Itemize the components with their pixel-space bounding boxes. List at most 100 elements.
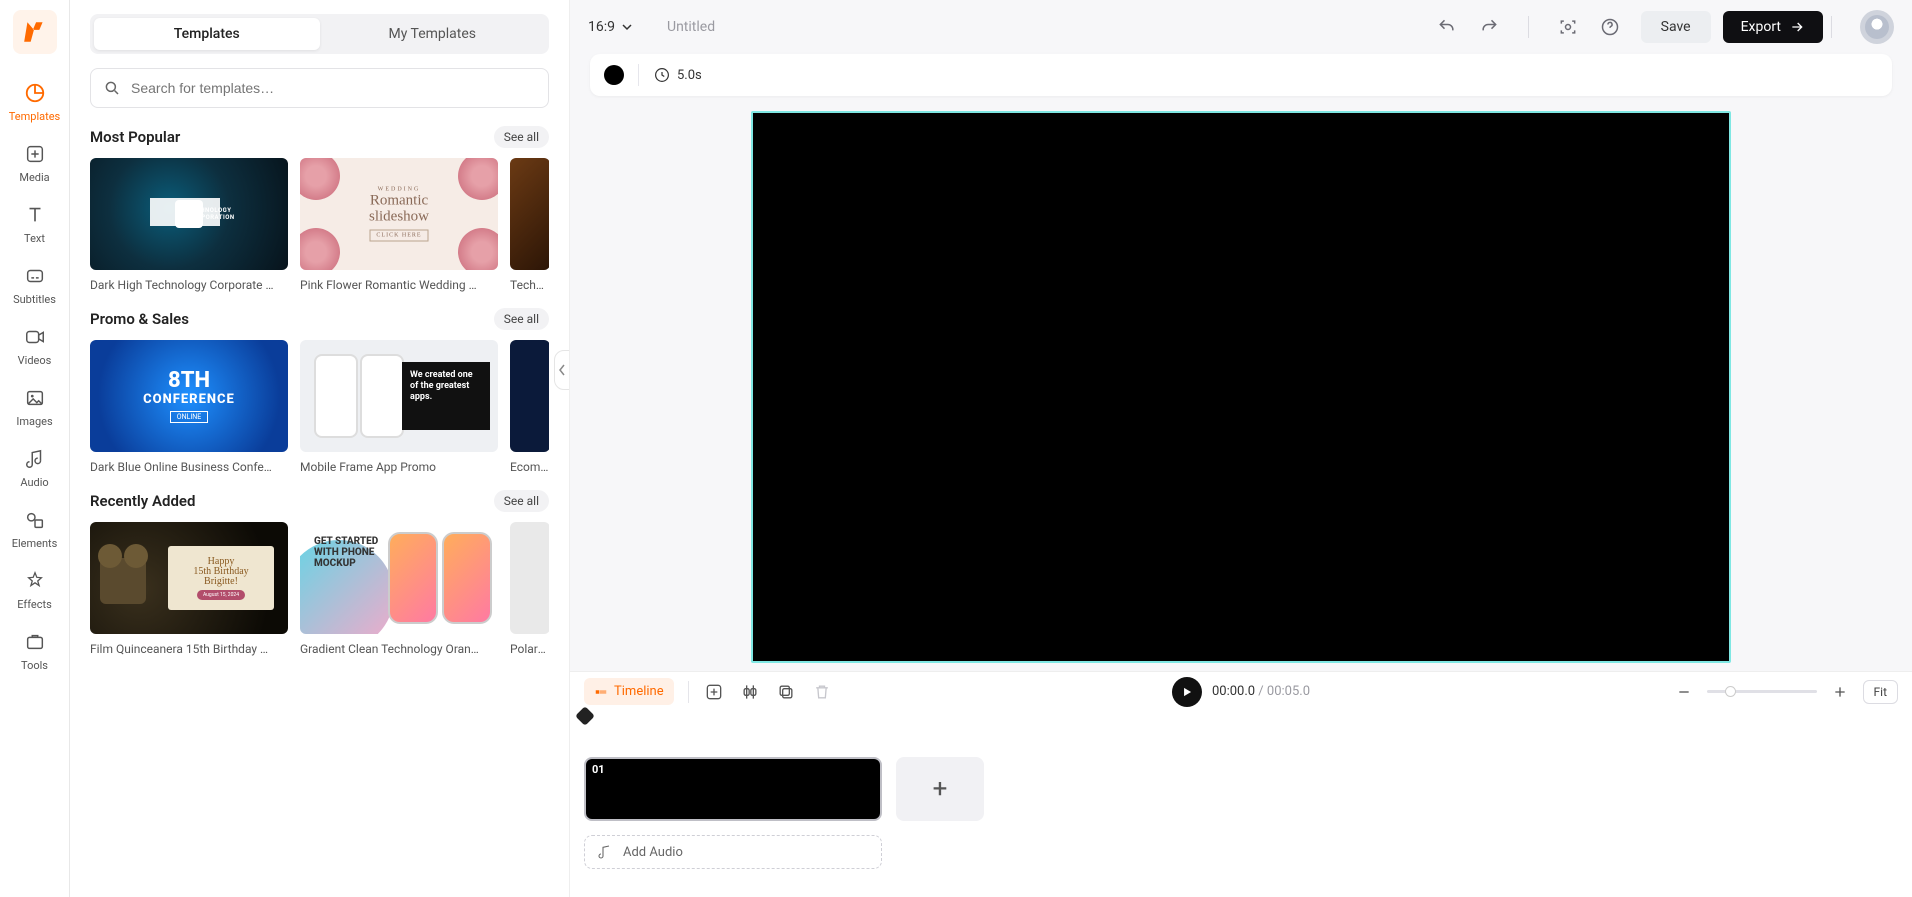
split-icon xyxy=(740,682,760,702)
templates-panel: Templates My Templates Most Popular See … xyxy=(70,0,570,897)
export-button[interactable]: Export xyxy=(1723,11,1823,43)
scan-icon xyxy=(1558,17,1578,37)
section-title: Recently Added xyxy=(90,492,195,510)
template-card[interactable]: 8TH CONFERENCE ONLINE Dark Blue Online B… xyxy=(90,340,288,474)
clock-icon xyxy=(653,66,671,84)
tab-my-templates[interactable]: My Templates xyxy=(320,18,546,50)
audio-icon xyxy=(22,446,48,472)
template-label: Dark Blue Online Business Confe… xyxy=(90,460,288,474)
project-title[interactable]: Untitled xyxy=(667,19,715,35)
zoom-in-button[interactable] xyxy=(1829,681,1851,703)
add-audio-track[interactable]: Add Audio xyxy=(584,835,882,869)
minus-icon xyxy=(1676,684,1692,700)
template-label: Techn… xyxy=(510,278,549,292)
zoom-fit-button[interactable]: Fit xyxy=(1863,680,1898,704)
template-tabs: Templates My Templates xyxy=(90,14,549,54)
collapse-panel-button[interactable] xyxy=(554,350,570,390)
nav-label: Videos xyxy=(18,354,52,367)
help-button[interactable] xyxy=(1599,16,1621,38)
tab-templates[interactable]: Templates xyxy=(94,18,320,50)
template-card[interactable]: We created one of the greatest apps. Mob… xyxy=(300,340,498,474)
text-icon xyxy=(22,202,48,228)
timeline-mode-chip[interactable]: Timeline xyxy=(584,678,674,705)
canvas-area xyxy=(570,96,1912,671)
nav-videos[interactable]: Videos xyxy=(5,316,65,377)
delete-clip-button[interactable] xyxy=(811,681,833,703)
subtitles-icon xyxy=(22,263,48,289)
duration-control[interactable]: 5.0s xyxy=(653,66,702,84)
template-label: Mobile Frame App Promo xyxy=(300,460,498,474)
template-card[interactable]: Ecom… xyxy=(510,340,549,474)
nav-label: Audio xyxy=(20,476,48,489)
redo-icon xyxy=(1479,17,1499,37)
nav-subtitles[interactable]: Subtitles xyxy=(5,255,65,316)
app-logo[interactable] xyxy=(13,10,57,54)
image-icon xyxy=(22,385,48,411)
timeline-icon xyxy=(594,685,608,699)
duplicate-clip-button[interactable] xyxy=(775,681,797,703)
nav-label: Tools xyxy=(21,659,48,672)
templates-icon xyxy=(22,80,48,106)
nav-media[interactable]: Media xyxy=(5,133,65,194)
canvas-properties-bar: 5.0s xyxy=(590,54,1892,96)
music-note-icon xyxy=(597,844,613,860)
help-icon xyxy=(1600,17,1620,37)
nav-label: Effects xyxy=(17,598,52,611)
redo-button[interactable] xyxy=(1478,16,1500,38)
save-button[interactable]: Save xyxy=(1641,11,1711,43)
nav-text[interactable]: Text xyxy=(5,194,65,255)
section-title: Most Popular xyxy=(90,128,180,146)
nav-effects[interactable]: Effects xyxy=(5,560,65,621)
nav-templates[interactable]: Templates xyxy=(5,72,65,133)
search-input[interactable] xyxy=(131,80,536,96)
see-all-button[interactable]: See all xyxy=(494,126,549,148)
left-nav: Templates Media Text Subtitles Videos Im… xyxy=(0,0,70,897)
template-card[interactable]: TECHNOLOGY CORPORATION Dark High Technol… xyxy=(90,158,288,292)
chevron-down-icon xyxy=(621,21,633,33)
timeline-toolbar: Timeline 00:00.0 / 00:05.0 xyxy=(570,671,1912,711)
template-card[interactable]: GET STARTED WITH PHONE MOCKUP Gradient C… xyxy=(300,522,498,656)
template-label: Ecom… xyxy=(510,460,549,474)
nav-images[interactable]: Images xyxy=(5,377,65,438)
add-clip-button[interactable] xyxy=(703,681,725,703)
canvas[interactable] xyxy=(751,111,1731,663)
scene-number: 01 xyxy=(592,763,605,776)
template-label: Pink Flower Romantic Wedding … xyxy=(300,278,498,292)
zoom-slider[interactable] xyxy=(1707,690,1817,693)
zoom-out-button[interactable] xyxy=(1673,681,1695,703)
background-color-swatch[interactable] xyxy=(604,65,624,85)
add-scene-button[interactable]: + xyxy=(896,757,984,821)
undo-button[interactable] xyxy=(1436,16,1458,38)
nav-label: Subtitles xyxy=(13,293,56,306)
user-avatar[interactable] xyxy=(1860,10,1894,44)
template-card[interactable]: Techn… xyxy=(510,158,549,292)
see-all-button[interactable]: See all xyxy=(494,308,549,330)
timeline-body[interactable]: 01 + Add Audio xyxy=(570,711,1912,897)
tools-icon xyxy=(22,629,48,655)
search-box[interactable] xyxy=(90,68,549,108)
template-label: Dark High Technology Corporate … xyxy=(90,278,288,292)
aspect-ratio-select[interactable]: 16:9 xyxy=(588,19,633,35)
nav-label: Elements xyxy=(12,537,58,550)
capture-button[interactable] xyxy=(1557,16,1579,38)
plus-icon xyxy=(1832,684,1848,700)
template-card[interactable]: Polaro… xyxy=(510,522,549,656)
media-icon xyxy=(22,141,48,167)
template-card[interactable]: Happy 15th Birthday Brigitte! August 15,… xyxy=(90,522,288,656)
template-label: Gradient Clean Technology Oran… xyxy=(300,642,498,656)
section-most-popular: Most Popular See all TECHNOLOGY CORPORAT… xyxy=(90,126,549,292)
nav-elements[interactable]: Elements xyxy=(5,499,65,560)
elements-icon xyxy=(22,507,48,533)
see-all-button[interactable]: See all xyxy=(494,490,549,512)
template-label: Polaro… xyxy=(510,642,549,656)
nav-audio[interactable]: Audio xyxy=(5,438,65,499)
copy-icon xyxy=(776,682,796,702)
search-icon xyxy=(103,79,121,97)
arrow-right-icon xyxy=(1789,19,1805,35)
template-card[interactable]: WEDDING Romantic slideshow CLICK HERE Pi… xyxy=(300,158,498,292)
play-button[interactable] xyxy=(1172,677,1202,707)
nav-tools[interactable]: Tools xyxy=(5,621,65,682)
chevron-left-icon xyxy=(558,364,566,376)
scene-clip[interactable]: 01 xyxy=(584,757,882,821)
split-clip-button[interactable] xyxy=(739,681,761,703)
